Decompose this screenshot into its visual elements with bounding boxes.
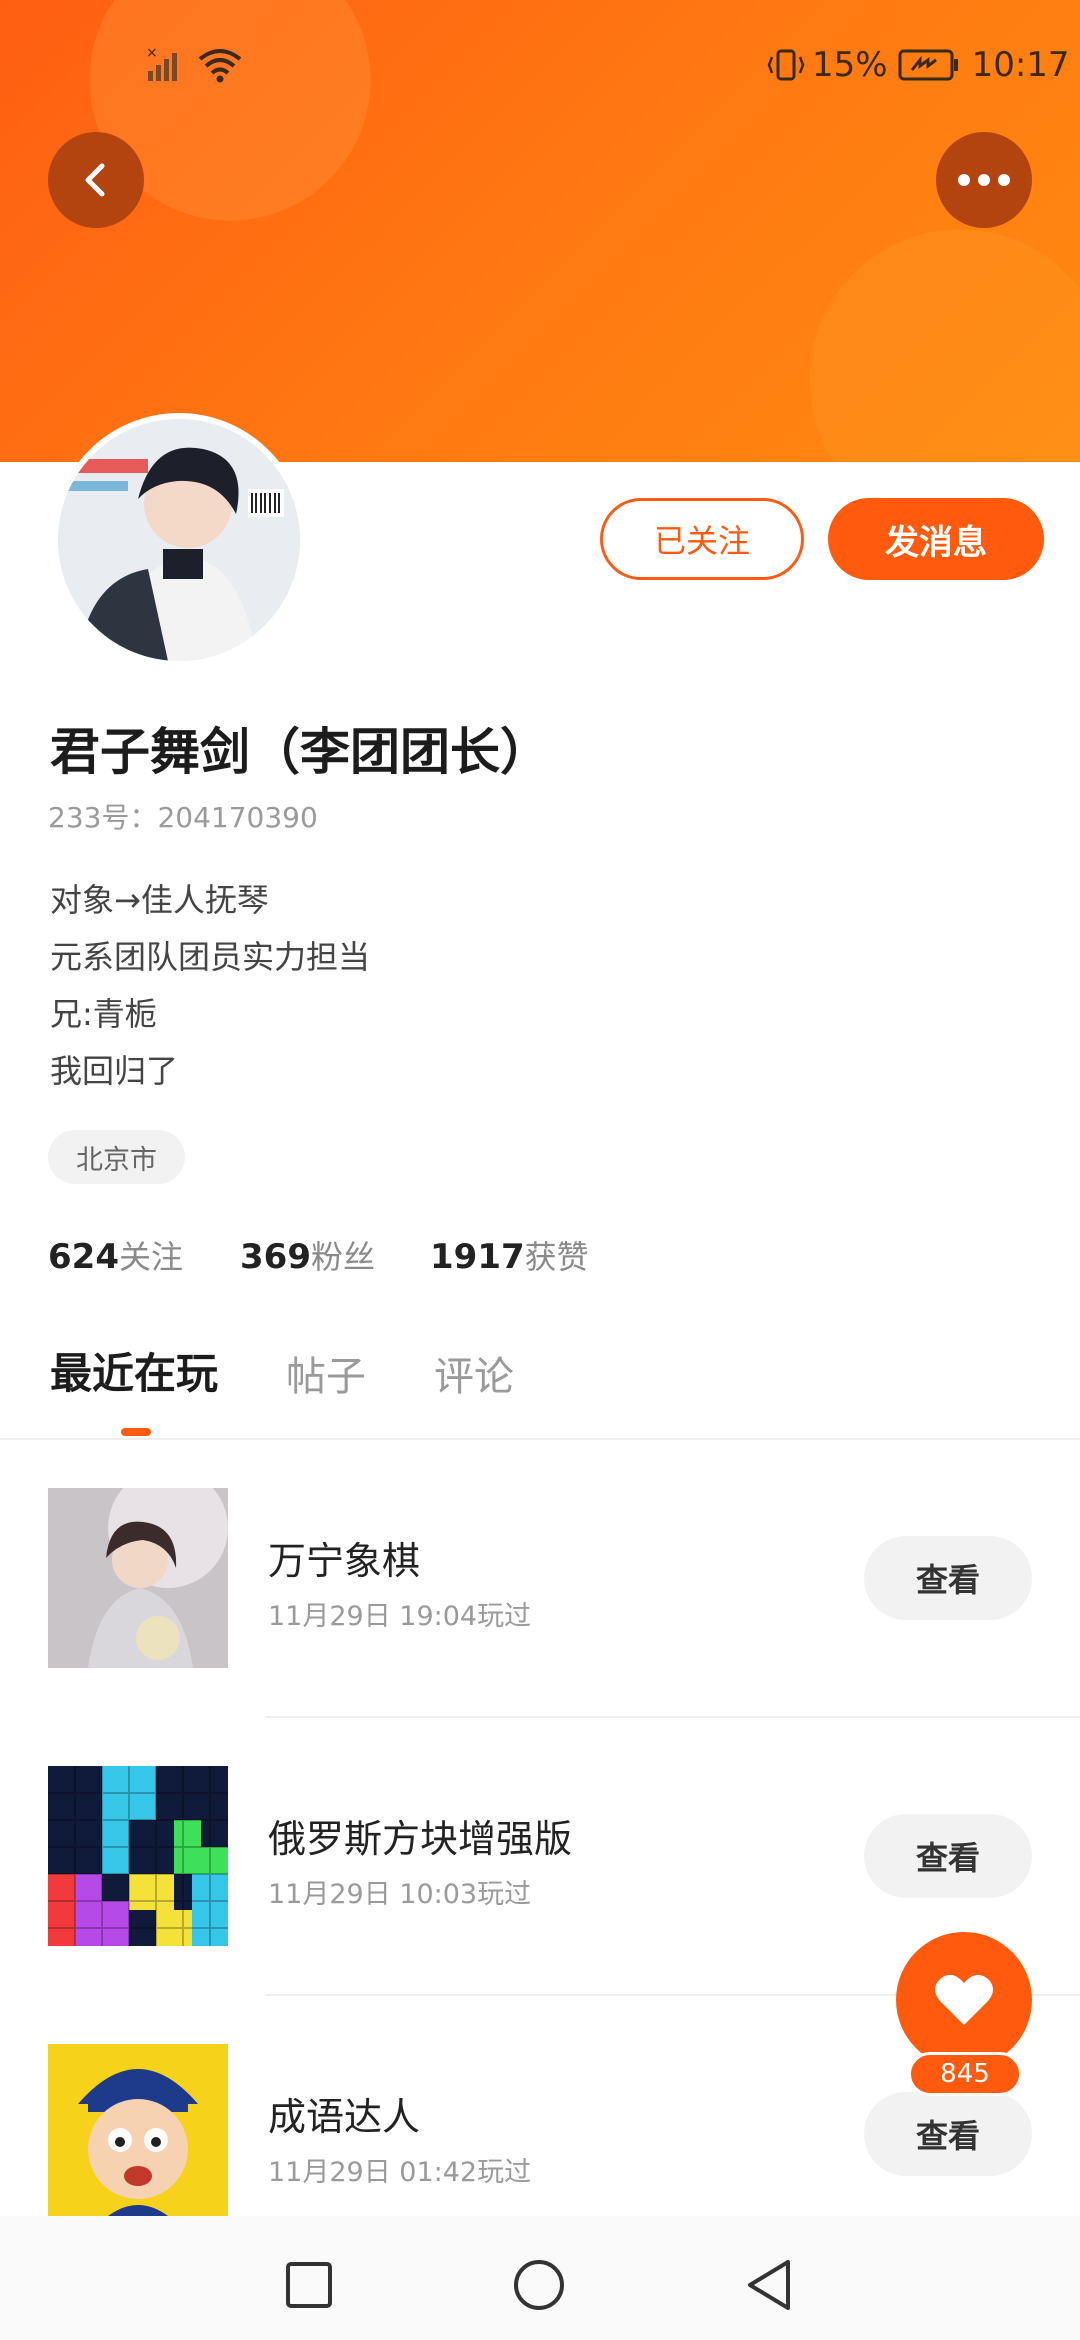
stat-value: 369: [240, 1237, 311, 1277]
game-played-time: 11月29日 01:42玩过: [268, 2157, 532, 2188]
status-left: ×: [146, 40, 244, 90]
game-cover-image: [48, 2044, 228, 2216]
signal-icon: ×: [146, 45, 177, 81]
avatar[interactable]: [52, 413, 306, 667]
bio-line: 元系团队团员实力担当: [50, 938, 371, 976]
back-button[interactable]: [48, 132, 144, 228]
recent-apps-icon[interactable]: [284, 2260, 334, 2310]
clock: 10:17: [971, 45, 1070, 85]
user-id: 233号：204170390: [48, 801, 318, 834]
avatar-image: [58, 419, 300, 661]
stat-followers[interactable]: 369 粉丝: [240, 1232, 375, 1278]
like-count-badge: 845: [908, 2052, 1022, 2096]
stat-value: 624: [48, 1237, 119, 1277]
more-button[interactable]: [936, 132, 1032, 228]
more-dots-icon: [958, 174, 1010, 186]
back-nav-icon[interactable]: [744, 2258, 794, 2312]
bio-line: 兄:青栀: [50, 995, 157, 1033]
stat-following[interactable]: 624 关注: [48, 1232, 183, 1278]
followed-button[interactable]: 已关注: [600, 498, 804, 580]
bio: 对象→佳人抚琴 元系团队团员实力担当 兄:青栀 我回归了: [50, 872, 370, 1100]
profile-name: 君子舞剑（李团团长）: [50, 723, 550, 781]
heart-icon: [935, 1974, 993, 2025]
stat-label: 获赞: [524, 1238, 589, 1276]
status-right: 15% 10:17: [766, 40, 1070, 90]
game-title: 万宁象棋: [268, 1539, 421, 1583]
chevron-left-icon: [85, 163, 105, 197]
game-icon-chess[interactable]: [48, 1488, 228, 1668]
send-message-button[interactable]: 发消息: [828, 498, 1044, 580]
tab-recently-played[interactable]: 最近在玩: [50, 1340, 218, 1401]
game-cover-image: [48, 1488, 228, 1668]
stat-likes[interactable]: 1917 获赞: [430, 1232, 589, 1278]
tab-indicator: [121, 1428, 151, 1436]
vibrate-icon: [767, 49, 805, 81]
home-icon[interactable]: [512, 2258, 566, 2312]
row-divider: [265, 1716, 1080, 1718]
game-title: 俄罗斯方块增强版: [268, 1817, 573, 1861]
system-nav-bar: [0, 2216, 1080, 2340]
tab-posts[interactable]: 帖子: [286, 1344, 366, 1402]
svg-text:×: ×: [146, 45, 158, 61]
game-icon-tetris[interactable]: [48, 1766, 228, 1946]
view-button[interactable]: 查看: [864, 1536, 1032, 1620]
game-cover-image: [48, 1766, 228, 1946]
bio-line: 我回归了: [50, 1052, 179, 1090]
stat-value: 1917: [430, 1237, 525, 1277]
stat-label: 关注: [118, 1238, 183, 1276]
bio-line: 对象→佳人抚琴: [50, 881, 269, 919]
game-icon-idiom[interactable]: [48, 2044, 228, 2216]
stat-label: 粉丝: [310, 1238, 375, 1276]
view-button[interactable]: 查看: [864, 2092, 1032, 2176]
tab-comments[interactable]: 评论: [434, 1344, 514, 1402]
game-played-time: 11月29日 19:04玩过: [268, 1601, 532, 1632]
like-fab[interactable]: [896, 1932, 1032, 2068]
battery-percent: 15%: [812, 45, 888, 85]
battery-icon: [898, 49, 958, 81]
wifi-icon: [198, 49, 242, 83]
game-played-time: 11月29日 10:03玩过: [268, 1879, 532, 1910]
game-title: 成语达人: [268, 2095, 421, 2139]
location-tag: 北京市: [48, 1130, 185, 1184]
tabs-divider: [0, 1438, 1080, 1440]
view-button[interactable]: 查看: [864, 1814, 1032, 1898]
